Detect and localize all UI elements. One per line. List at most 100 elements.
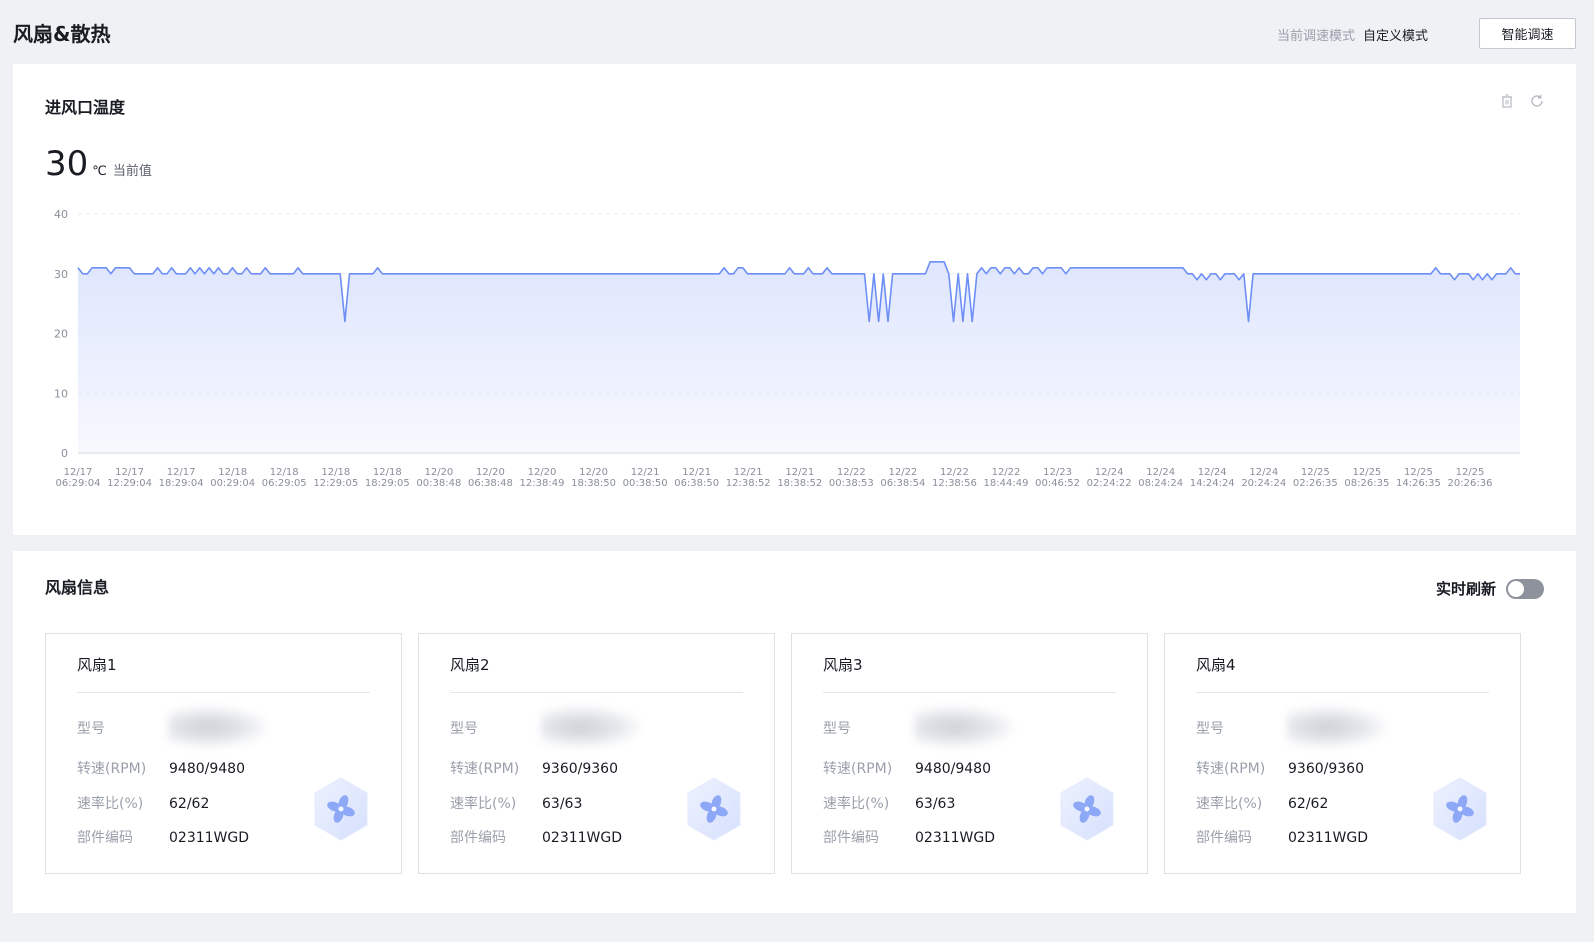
x-tick-date: 12/20: [579, 467, 608, 478]
speed-mode: 当前调速模式 自定义模式: [1277, 25, 1428, 44]
fan-ratio-key: 速率比(%): [1196, 796, 1263, 812]
fan-ratio-key: 速率比(%): [450, 796, 517, 812]
delete-icon[interactable]: [1499, 93, 1515, 109]
fan-icon: [687, 777, 741, 841]
x-tick-date: 12/24: [1095, 467, 1124, 478]
fan-part-row: 部件编码 02311WGD: [1196, 827, 1368, 847]
x-tick-time: 14:24:24: [1190, 478, 1235, 489]
x-tick-date: 12/21: [785, 467, 814, 478]
x-tick-time: 12:38:56: [932, 478, 977, 489]
fan-name: 风扇3: [823, 656, 863, 674]
x-tick-date: 12/24: [1249, 467, 1278, 478]
x-tick-date: 12/21: [631, 467, 660, 478]
y-tick-label: 30: [54, 268, 68, 281]
x-tick-date: 12/18: [270, 467, 299, 478]
current-temperature: 30 ℃ 当前值: [45, 144, 152, 184]
x-tick-date: 12/18: [373, 467, 402, 478]
fan-part-row: 部件编码 02311WGD: [77, 827, 249, 847]
x-tick-time: 20:24:24: [1241, 478, 1286, 489]
x-tick-date: 12/18: [218, 467, 247, 478]
fan-model-key: 型号: [77, 721, 105, 737]
fan-info-panel: 风扇信息 实时刷新 风扇1 型号 转速(RPM) 9480/9480 速率比(%) 62/…: [13, 551, 1576, 913]
x-tick-time: 14:26:35: [1396, 478, 1441, 489]
fan-speed-value: 9480/9480: [915, 761, 991, 777]
x-tick-date: 12/17: [64, 467, 93, 478]
fan-model-key: 型号: [823, 721, 851, 737]
x-tick-date: 12/17: [167, 467, 196, 478]
fan-name: 风扇1: [77, 656, 117, 674]
temperature-unit: ℃: [92, 164, 107, 179]
fan-model-row: 型号: [1196, 718, 1288, 738]
fan-card: 风扇4 型号转速(RPM) 9360/9360 速率比(%) 62/62 部件编码 0231…: [1164, 633, 1521, 874]
fan-model-key: 型号: [1196, 721, 1224, 737]
x-tick-time: 00:38:50: [623, 478, 668, 489]
fan-speed-row: 转速(RPM) 9480/9480: [823, 758, 991, 778]
x-tick-date: 12/22: [992, 467, 1021, 478]
fan-speed-value: 9480/9480: [169, 761, 245, 777]
fan-card: 风扇2 型号 转速(RPM) 9360/9360 速率比(%) 63/63 部件编码 0231…: [418, 633, 775, 874]
x-tick-date: 12/20: [476, 467, 505, 478]
fan-ratio-value: 62/62: [169, 796, 210, 812]
fan-part-key: 部件编码: [823, 830, 879, 846]
fan-speed-row: 转速(RPM) 9360/9360: [450, 758, 618, 778]
fan-part-key: 部件编码: [450, 830, 506, 846]
fan-speed-key: 转速(RPM): [1196, 761, 1266, 777]
y-tick-label: 40: [54, 208, 68, 221]
x-tick-date: 12/25: [1301, 467, 1330, 478]
x-tick-date: 12/25: [1456, 467, 1485, 478]
speed-mode-label: 当前调速模式: [1276, 29, 1355, 44]
y-tick-label: 10: [54, 387, 68, 400]
fan-speed-key: 转速(RPM): [823, 761, 893, 777]
x-tick-time: 18:44:49: [984, 478, 1029, 489]
smart-speed-button[interactable]: 智能调速: [1479, 18, 1576, 49]
x-tick-time: 12:29:05: [313, 478, 358, 489]
fan-speed-row: 转速(RPM) 9480/9480: [77, 758, 245, 778]
fan-ratio-row: 速率比(%) 62/62: [77, 793, 209, 813]
fan-part-value: 02311WGD: [542, 830, 623, 846]
x-tick-date: 12/22: [888, 467, 917, 478]
x-tick-date: 12/24: [1198, 467, 1227, 478]
divider: [1196, 692, 1489, 693]
fan-ratio-value: 63/63: [542, 796, 583, 812]
page-title: 风扇&散热: [13, 22, 111, 46]
current-value-label: 当前值: [112, 164, 152, 179]
fan-part-key: 部件编码: [1196, 830, 1252, 846]
fan-info-title: 风扇信息: [45, 578, 110, 597]
x-tick-date: 12/23: [1043, 467, 1072, 478]
speed-mode-value: 自定义模式: [1362, 29, 1428, 44]
fan-name: 风扇4: [1196, 656, 1236, 674]
page-header: 风扇&散热 当前调速模式 自定义模式 智能调速: [0, 0, 1594, 64]
fan-part-value: 02311WGD: [1288, 830, 1369, 846]
realtime-refresh-toggle[interactable]: [1506, 578, 1544, 599]
toggle-knob: [1508, 580, 1524, 597]
x-tick-time: 00:38:48: [416, 478, 461, 489]
x-tick-time: 12:38:52: [726, 478, 771, 489]
fan-model-row: 型号: [450, 718, 542, 738]
fan-card: 风扇1 型号转速(RPM) 9480/9480 速率比(%) 62/62 部件编码 0231…: [45, 633, 402, 874]
x-tick-date: 12/20: [424, 467, 453, 478]
x-tick-date: 12/24: [1146, 467, 1175, 478]
fan-model-row: 型号: [77, 718, 169, 738]
refresh-icon[interactable]: [1529, 93, 1545, 109]
x-tick-time: 06:29:04: [56, 478, 101, 489]
fan-ratio-key: 速率比(%): [823, 796, 890, 812]
x-tick-time: 18:29:05: [365, 478, 410, 489]
x-tick-time: 08:24:24: [1138, 478, 1183, 489]
fan-ratio-value: 62/62: [1288, 796, 1329, 812]
fan-speed-value: 9360/9360: [1288, 761, 1364, 777]
temperature-chart: 01020304012/1706:29:0412/1712:29:0412/17…: [54, 208, 1520, 489]
fan-part-value: 02311WGD: [169, 830, 250, 846]
fan-model-row: 型号: [823, 718, 915, 738]
fan-icon: [1060, 777, 1114, 841]
current-temperature-value: 30: [45, 144, 89, 184]
chart-toolbar: [1499, 93, 1545, 109]
fan-part-row: 部件编码 02311WGD: [450, 827, 622, 847]
redacted-model-value: [168, 706, 268, 748]
x-tick-time: 06:38:48: [468, 478, 513, 489]
x-tick-time: 20:26:36: [1448, 478, 1493, 489]
x-tick-time: 18:38:50: [571, 478, 616, 489]
fan-speed-key: 转速(RPM): [77, 761, 147, 777]
fan-model-key: 型号: [450, 721, 478, 737]
x-tick-time: 18:29:04: [159, 478, 204, 489]
x-tick-time: 08:26:35: [1344, 478, 1389, 489]
